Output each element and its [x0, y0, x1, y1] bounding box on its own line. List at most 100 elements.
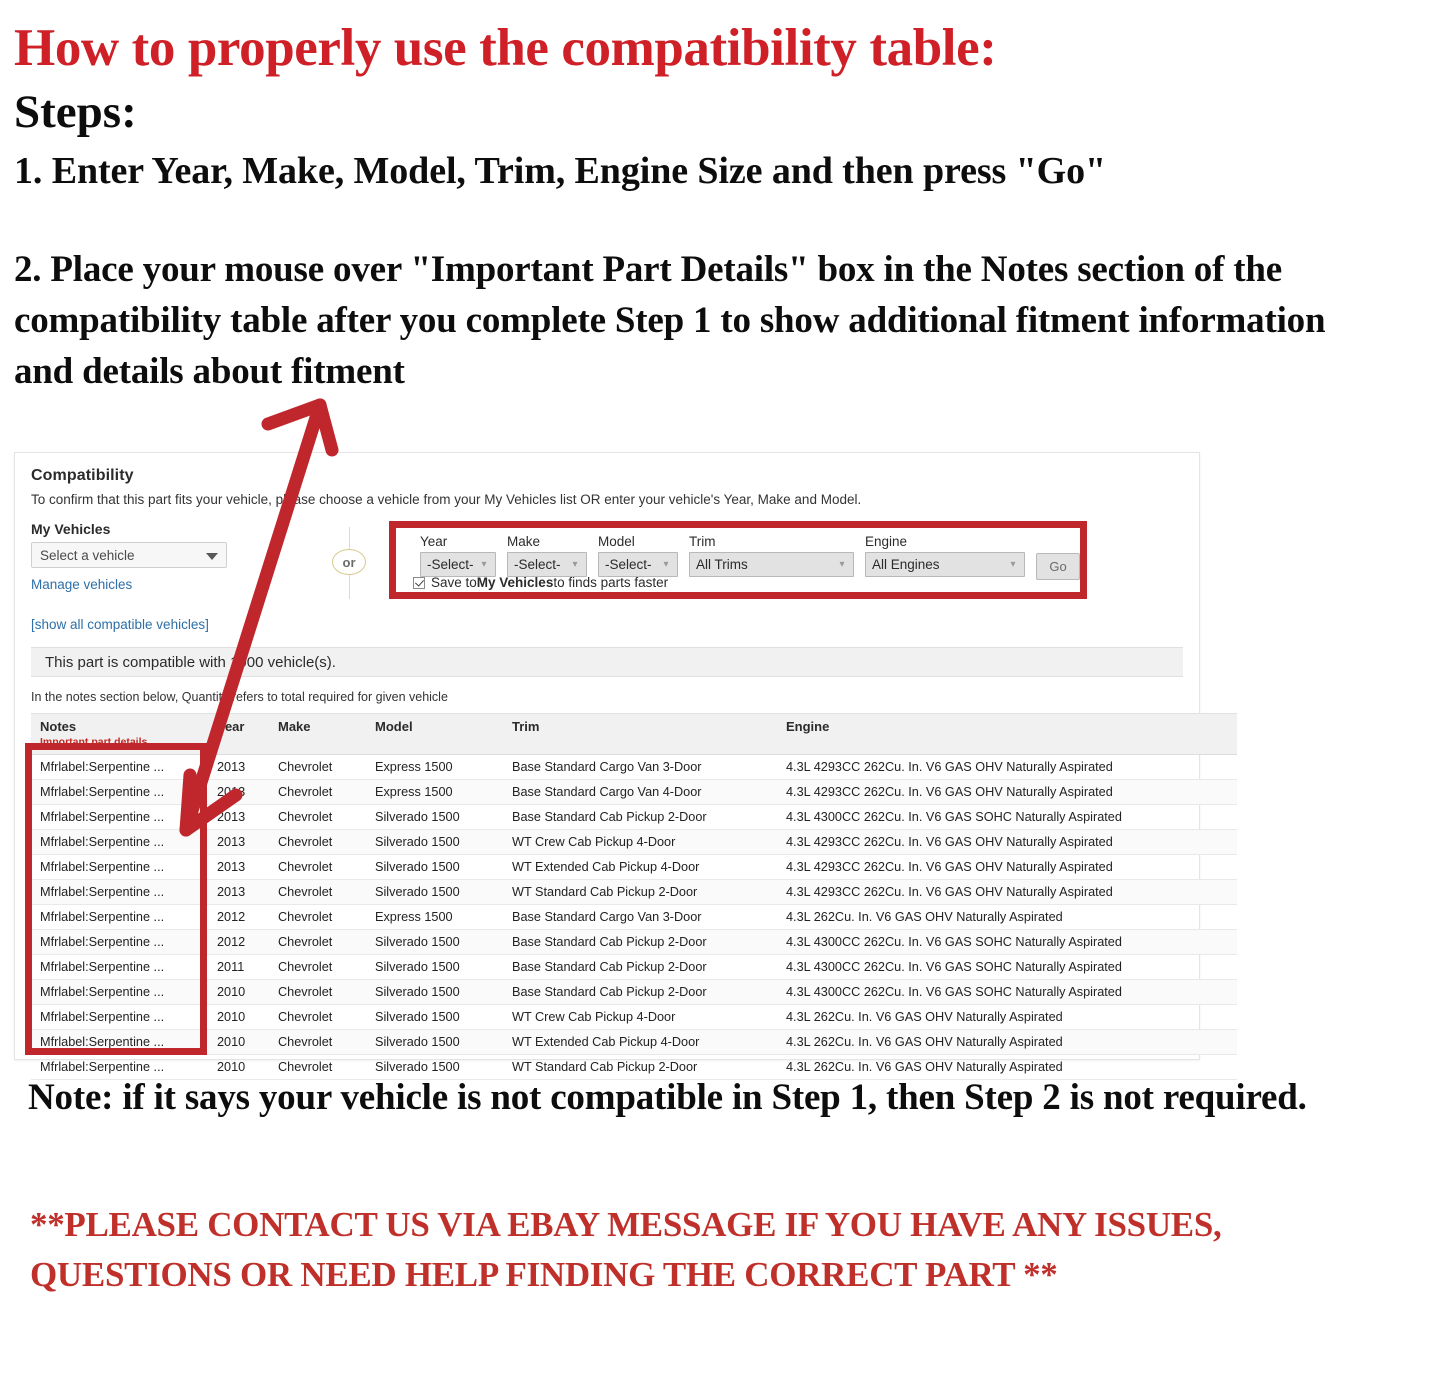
year-select[interactable]: -Select- ▾ [420, 552, 496, 577]
table-row: Mfrlabel:Serpentine ... 2013 Chevrolet Silv… [31, 804, 1237, 830]
engine-label: Engine [865, 534, 908, 549]
cell-model: Silverado 1500 [366, 929, 503, 955]
trim-field-group: Trim All Trims ▾ [689, 534, 854, 577]
chevron-down-icon: ▾ [839, 559, 845, 570]
cell-make: Chevrolet [269, 804, 366, 830]
cell-notes[interactable]: Mfrlabel:Serpentine ... [31, 829, 208, 855]
cell-notes[interactable]: Mfrlabel:Serpentine ... [31, 779, 208, 805]
my-vehicles-select[interactable]: Select a vehicle [31, 542, 227, 568]
make-select[interactable]: -Select- ▾ [507, 552, 587, 577]
model-selected-value: -Select- [605, 557, 652, 572]
cell-model: Silverado 1500 [366, 979, 503, 1005]
model-label: Model [598, 534, 635, 549]
trim-selected-value: All Trims [696, 557, 748, 572]
cell-notes[interactable]: Mfrlabel:Serpentine ... [31, 854, 208, 880]
save-bold-text: My Vehicles [476, 575, 554, 590]
cell-engine: 4.3L 262Cu. In. V6 GAS OHV Naturally Asp… [777, 1029, 1237, 1055]
cell-model: Express 1500 [366, 779, 503, 805]
cell-notes[interactable]: Mfrlabel:Serpentine ... [31, 929, 208, 955]
table-row: Mfrlabel:Serpentine ... 2010 Chevrolet Silv… [31, 1029, 1237, 1055]
year-selected-value: -Select- [427, 557, 474, 572]
table-row: Mfrlabel:Serpentine ... 2010 Chevrolet Silv… [31, 979, 1237, 1005]
cell-year: 2013 [208, 854, 269, 880]
cell-trim: WT Standard Cab Pickup 2-Door [503, 879, 777, 905]
table-row: Mfrlabel:Serpentine ... 2013 Chevrolet Silv… [31, 879, 1237, 905]
cell-make: Chevrolet [269, 979, 366, 1005]
cell-trim: Base Standard Cargo Van 3-Door [503, 754, 777, 780]
cell-trim: Base Standard Cargo Van 4-Door [503, 779, 777, 805]
trim-label: Trim [689, 534, 716, 549]
cell-notes[interactable]: Mfrlabel:Serpentine ... [31, 1004, 208, 1030]
model-field-group: Model -Select- ▾ [598, 534, 678, 577]
cell-engine: 4.3L 4300CC 262Cu. In. V6 GAS SOHC Natur… [777, 979, 1237, 1005]
my-vehicles-label: My Vehicles [31, 521, 111, 537]
cell-year: 2013 [208, 779, 269, 805]
cell-year: 2011 [208, 954, 269, 980]
cell-make: Chevrolet [269, 1004, 366, 1030]
go-button[interactable]: Go [1036, 553, 1080, 580]
column-header-notes: Notes Important part details [31, 713, 208, 755]
compatibility-panel: Compatibility To confirm that this part … [14, 452, 1237, 1080]
important-part-details-label[interactable]: Important part details [40, 736, 208, 748]
cell-notes[interactable]: Mfrlabel:Serpentine ... [31, 979, 208, 1005]
table-row: Mfrlabel:Serpentine ... 2011 Chevrolet Silv… [31, 954, 1237, 980]
column-header-engine: Engine [777, 713, 1237, 755]
cell-engine: 4.3L 262Cu. In. V6 GAS OHV Naturally Asp… [777, 1004, 1237, 1030]
cell-make: Chevrolet [269, 854, 366, 880]
model-select[interactable]: -Select- ▾ [598, 552, 678, 577]
table-row: Mfrlabel:Serpentine ... 2013 Chevrolet Expr… [31, 754, 1237, 780]
year-label: Year [420, 534, 448, 549]
cell-engine: 4.3L 4293CC 262Cu. In. V6 GAS OHV Natura… [777, 754, 1237, 780]
manage-vehicles-link[interactable]: Manage vehicles [31, 577, 301, 592]
chevron-down-icon: ▾ [1010, 559, 1016, 570]
engine-selected-value: All Engines [872, 557, 940, 572]
table-header-row: Notes Important part details Year Make M… [31, 713, 1237, 755]
cell-trim: Base Standard Cab Pickup 2-Door [503, 804, 777, 830]
cell-year: 2013 [208, 829, 269, 855]
cell-engine: 4.3L 4300CC 262Cu. In. V6 GAS SOHC Natur… [777, 954, 1237, 980]
chevron-down-icon [206, 553, 218, 560]
column-header-make: Make [269, 713, 366, 755]
fitment-table-body: Mfrlabel:Serpentine ... 2013 Chevrolet Expr… [31, 754, 1237, 1080]
fitment-table: Notes Important part details Year Make M… [31, 713, 1237, 1080]
cell-notes[interactable]: Mfrlabel:Serpentine ... [31, 904, 208, 930]
chevron-down-icon: ▾ [572, 559, 578, 570]
cell-engine: 4.3L 4300CC 262Cu. In. V6 GAS SOHC Natur… [777, 804, 1237, 830]
cell-model: Express 1500 [366, 754, 503, 780]
cell-year: 2010 [208, 1004, 269, 1030]
show-all-compatible-vehicles-link[interactable]: [show all compatible vehicles] [31, 617, 1183, 632]
notes-header-label: Notes [40, 719, 77, 734]
column-header-trim: Trim [503, 713, 777, 755]
table-row: Mfrlabel:Serpentine ... 2013 Chevrolet Silv… [31, 829, 1237, 855]
my-vehicles-selected-value: Select a vehicle [40, 547, 135, 563]
trim-select[interactable]: All Trims ▾ [689, 552, 854, 577]
make-label: Make [507, 534, 541, 549]
cell-model: Express 1500 [366, 904, 503, 930]
cell-year: 2012 [208, 904, 269, 930]
cell-notes[interactable]: Mfrlabel:Serpentine ... [31, 1029, 208, 1055]
cell-trim: WT Extended Cab Pickup 4-Door [503, 854, 777, 880]
cell-trim: Base Standard Cab Pickup 2-Door [503, 954, 777, 980]
footer-contact-text: **PLEASE CONTACT US VIA EBAY MESSAGE IF … [30, 1205, 1222, 1294]
footer-note-text: Note: if it says your vehicle is not com… [28, 1077, 1307, 1118]
cell-model: Silverado 1500 [366, 804, 503, 830]
cell-engine: 4.3L 262Cu. In. V6 GAS OHV Naturally Asp… [777, 904, 1237, 930]
engine-select[interactable]: All Engines ▾ [865, 552, 1025, 577]
cell-trim: WT Extended Cab Pickup 4-Door [503, 1029, 777, 1055]
compatibility-subtitle: To confirm that this part fits your vehi… [31, 492, 862, 507]
cell-engine: 4.3L 4293CC 262Cu. In. V6 GAS OHV Natura… [777, 779, 1237, 805]
column-header-model: Model [366, 713, 503, 755]
cell-notes[interactable]: Mfrlabel:Serpentine ... [31, 954, 208, 980]
cell-notes[interactable]: Mfrlabel:Serpentine ... [31, 879, 208, 905]
cell-year: 2013 [208, 754, 269, 780]
compatibility-count-banner: This part is compatible with 1000 vehicl… [31, 647, 1183, 677]
cell-notes[interactable]: Mfrlabel:Serpentine ... [31, 804, 208, 830]
step-two-text: 2. Place your mouse over "Important Part… [14, 248, 1326, 392]
save-to-my-vehicles-checkbox[interactable] [413, 576, 425, 589]
cell-model: Silverado 1500 [366, 954, 503, 980]
steps-label: Steps: [14, 86, 137, 138]
column-header-year: Year [208, 713, 269, 755]
save-to-my-vehicles-row[interactable]: Save to My Vehicles to finds parts faste… [413, 575, 668, 590]
cell-notes[interactable]: Mfrlabel:Serpentine ... [31, 754, 208, 780]
cell-model: Silverado 1500 [366, 879, 503, 905]
